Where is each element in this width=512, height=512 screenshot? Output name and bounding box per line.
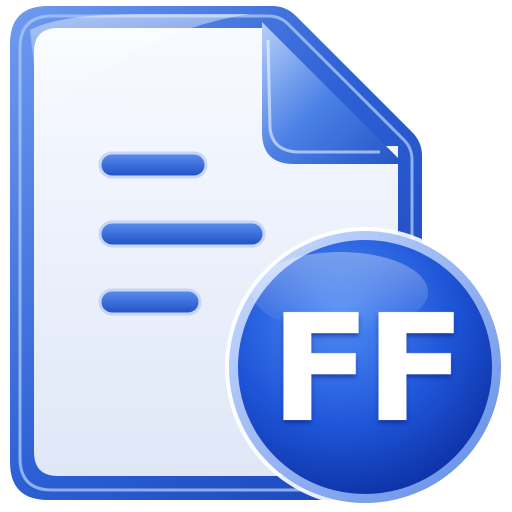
file-type-icon: FF — [0, 0, 512, 512]
text-line-1 — [98, 151, 208, 179]
badge-text: FF — [269, 283, 466, 455]
text-line-3 — [98, 288, 202, 316]
